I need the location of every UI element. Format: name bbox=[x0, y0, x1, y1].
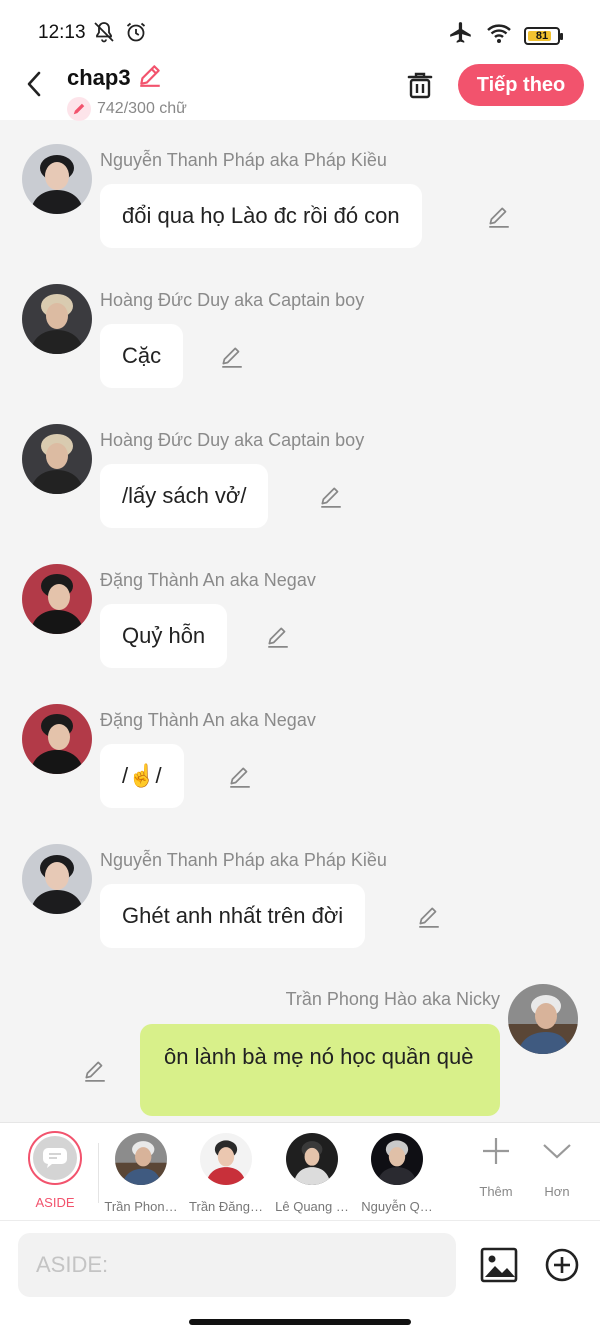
character-item[interactable]: Lê Quang … bbox=[270, 1133, 354, 1214]
avatar[interactable] bbox=[22, 424, 92, 494]
input-bar bbox=[0, 1220, 600, 1333]
edit-title-icon[interactable] bbox=[137, 62, 163, 93]
message-row: Hoàng Đức Duy aka Captain boy /lấy sách … bbox=[0, 400, 600, 540]
message-input[interactable] bbox=[18, 1233, 456, 1297]
home-indicator[interactable] bbox=[189, 1319, 411, 1325]
word-count: 742/300 chữ bbox=[97, 100, 187, 117]
message-bubble[interactable]: Cặc bbox=[100, 324, 184, 388]
wifi-icon bbox=[486, 22, 512, 49]
speaker-name: Hoàng Đức Duy aka Captain boy bbox=[100, 290, 365, 310]
airplane-icon bbox=[448, 20, 474, 51]
aside-character-button[interactable]: ASIDE bbox=[24, 1131, 86, 1210]
delete-button[interactable] bbox=[404, 68, 436, 102]
character-bar: ASIDE Trần Phon… Trần Đăng… Lê Quang … N… bbox=[0, 1122, 600, 1220]
next-button[interactable]: Tiếp theo bbox=[458, 64, 584, 106]
avatar[interactable] bbox=[22, 704, 92, 774]
add-label: Thêm bbox=[479, 1184, 513, 1199]
message-bubble[interactable]: đổi qua họ Lào đc rồi đó con bbox=[100, 184, 422, 248]
edit-message-icon[interactable] bbox=[415, 902, 443, 930]
edit-message-icon[interactable] bbox=[264, 622, 292, 650]
character-item[interactable]: Trần Phon… bbox=[99, 1133, 183, 1214]
back-button[interactable] bbox=[18, 68, 50, 100]
message-row: Nguyễn Thanh Pháp aka Pháp Kiều đổi qua … bbox=[0, 120, 600, 260]
chapter-title: chap3 bbox=[67, 64, 131, 90]
editor-header: chap3 742/300 chữ Tiếp theo bbox=[0, 60, 600, 121]
edit-message-icon[interactable] bbox=[81, 1056, 109, 1084]
avatar bbox=[286, 1133, 338, 1185]
message-text: đổi qua họ Lào đc rồi đó con bbox=[122, 203, 400, 228]
avatar[interactable] bbox=[22, 844, 92, 914]
message-text: /☝️/ bbox=[122, 763, 162, 788]
message-text: /lấy sách vở/ bbox=[122, 483, 247, 508]
aside-label: ASIDE bbox=[35, 1195, 75, 1210]
character-name: Lê Quang … bbox=[275, 1199, 349, 1214]
speaker-name: Nguyễn Thanh Pháp aka Pháp Kiều bbox=[100, 850, 387, 870]
message-row: Hoàng Đức Duy aka Captain boy Cặc bbox=[0, 260, 600, 400]
expand-label: Hơn bbox=[544, 1184, 570, 1199]
pencil-badge-icon bbox=[67, 97, 91, 121]
speaker-name: Hoàng Đức Duy aka Captain boy bbox=[100, 430, 365, 450]
speaker-name: Trần Phong Hào aka Nicky bbox=[285, 989, 500, 1009]
message-text: Cặc bbox=[122, 343, 162, 368]
back-arrow-icon bbox=[27, 71, 41, 97]
edit-message-icon[interactable] bbox=[218, 342, 246, 370]
message-text: ôn lành bà mẹ nó học quần què bbox=[164, 1044, 474, 1069]
avatar[interactable] bbox=[22, 564, 92, 634]
battery-icon: 81 bbox=[524, 26, 563, 45]
message-bubble[interactable]: Quỷ hỗn bbox=[100, 604, 228, 668]
message-text: Quỷ hỗn bbox=[122, 623, 206, 648]
trash-icon bbox=[407, 72, 433, 99]
character-name: Nguyễn Q… bbox=[361, 1199, 433, 1214]
plus-circle-icon bbox=[545, 1248, 579, 1282]
message-bubble-right[interactable]: ôn lành bà mẹ nó học quần què bbox=[140, 1024, 500, 1116]
avatar bbox=[115, 1133, 167, 1185]
add-character-button[interactable]: Thêm bbox=[466, 1135, 526, 1199]
message-bubble[interactable]: Ghét anh nhất trên đời bbox=[100, 884, 366, 948]
edit-message-icon[interactable] bbox=[485, 202, 513, 230]
edit-message-icon[interactable] bbox=[317, 482, 345, 510]
chat-area[interactable]: Nguyễn Thanh Pháp aka Pháp Kiều đổi qua … bbox=[0, 120, 600, 1122]
speaker-name: Nguyễn Thanh Pháp aka Pháp Kiều bbox=[100, 150, 387, 170]
avatar[interactable] bbox=[508, 984, 578, 1054]
message-row: Nguyễn Thanh Pháp aka Pháp Kiều Ghét anh… bbox=[0, 820, 600, 960]
mute-notification-icon bbox=[92, 20, 116, 49]
status-bar: 12:13 81 bbox=[0, 0, 600, 60]
aside-icon bbox=[33, 1136, 77, 1180]
expand-button[interactable]: Hơn bbox=[527, 1135, 587, 1199]
edit-message-icon[interactable] bbox=[226, 762, 254, 790]
battery-level: 81 bbox=[535, 29, 549, 42]
message-row: Đặng Thành An aka Negav /☝️/ bbox=[0, 680, 600, 820]
character-name: Trần Phon… bbox=[104, 1199, 178, 1214]
character-item[interactable]: Trần Đăng… bbox=[184, 1133, 268, 1214]
chevron-down-icon bbox=[543, 1144, 571, 1159]
add-button[interactable] bbox=[545, 1248, 579, 1282]
image-icon bbox=[480, 1247, 518, 1283]
message-row: Đặng Thành An aka Negav Quỷ hỗn bbox=[0, 540, 600, 680]
chapter-title-area[interactable]: chap3 742/300 chữ bbox=[67, 62, 187, 121]
avatar[interactable] bbox=[22, 284, 92, 354]
character-name: Trần Đăng… bbox=[189, 1199, 263, 1214]
character-item[interactable]: Nguyễn Q… bbox=[355, 1133, 439, 1214]
status-time: 12:13 bbox=[38, 22, 86, 43]
speaker-name: Đặng Thành An aka Negav bbox=[100, 570, 316, 590]
avatar bbox=[371, 1133, 423, 1185]
message-text: Ghét anh nhất trên đời bbox=[122, 903, 344, 928]
speaker-name: Đặng Thành An aka Negav bbox=[100, 710, 316, 730]
message-bubble[interactable]: /lấy sách vở/ bbox=[100, 464, 269, 528]
avatar[interactable] bbox=[22, 144, 92, 214]
message-bubble[interactable]: /☝️/ bbox=[100, 744, 184, 808]
alarm-icon bbox=[124, 20, 148, 49]
plus-icon bbox=[483, 1138, 509, 1164]
insert-image-button[interactable] bbox=[480, 1247, 518, 1283]
avatar bbox=[200, 1133, 252, 1185]
